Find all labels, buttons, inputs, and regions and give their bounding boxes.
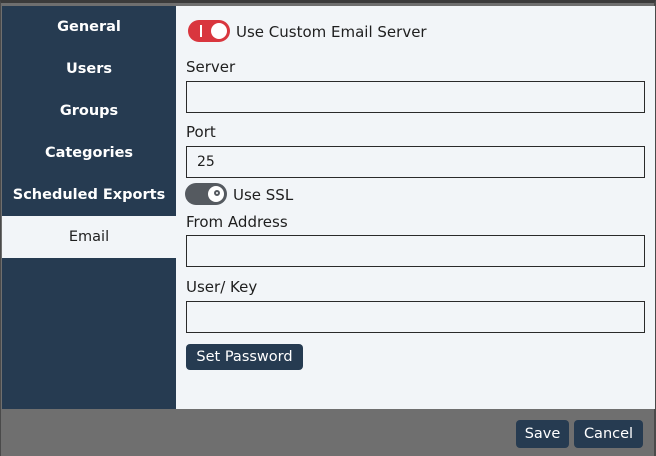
custom-email-server-toggle[interactable] <box>188 20 230 42</box>
save-button[interactable]: Save <box>516 420 569 448</box>
port-label: Port <box>186 123 216 141</box>
server-input[interactable] <box>186 81 645 113</box>
sidebar-item-email[interactable]: Email <box>2 216 176 258</box>
use-ssl-label: Use SSL <box>233 186 294 204</box>
use-ssl-toggle[interactable] <box>185 183 227 205</box>
toggle-knob-icon <box>211 23 227 39</box>
toggle-on-mark-icon <box>200 25 202 37</box>
email-settings-panel: Use Custom Email Server Server Port Use … <box>176 6 655 409</box>
user-key-label: User/ Key <box>186 278 258 296</box>
custom-email-server-label: Use Custom Email Server <box>236 23 427 41</box>
sidebar-item-groups[interactable]: Groups <box>2 90 176 132</box>
sidebar-item-scheduled-exports[interactable]: Scheduled Exports <box>2 174 176 216</box>
server-label: Server <box>186 58 236 76</box>
sidebar-nav: General Users Groups Categories Schedule… <box>2 6 176 409</box>
cancel-button[interactable]: Cancel <box>574 420 643 448</box>
sidebar-item-categories[interactable]: Categories <box>2 132 176 174</box>
sidebar-item-general[interactable]: General <box>2 6 176 48</box>
from-address-input[interactable] <box>186 235 645 267</box>
from-address-label: From Address <box>186 213 288 231</box>
sidebar-item-users[interactable]: Users <box>2 48 176 90</box>
port-input[interactable] <box>186 146 645 178</box>
email-settings-dialog: General Users Groups Categories Schedule… <box>0 0 656 456</box>
set-password-button[interactable]: Set Password <box>186 344 303 370</box>
user-key-input[interactable] <box>186 301 645 333</box>
toggle-off-ring-icon <box>214 190 220 196</box>
